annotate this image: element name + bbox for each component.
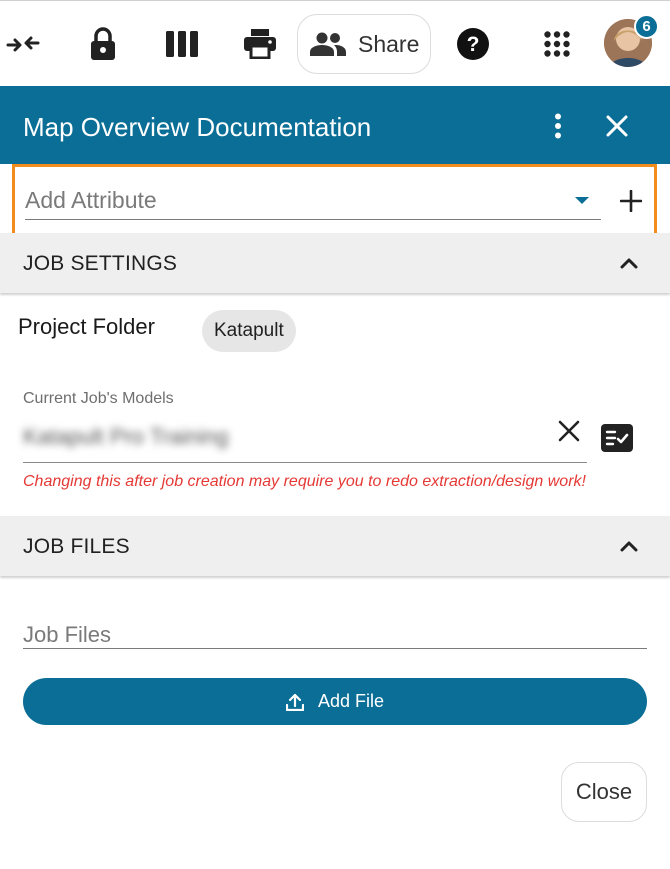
project-folder-label: Project Folder — [18, 314, 155, 339]
add-file-label: Add File — [317, 691, 385, 711]
close-icon[interactable] — [599, 108, 635, 144]
job-files-placeholder: Job Files — [23, 622, 112, 647]
job-settings-header[interactable]: JOB SETTINGS — [0, 233, 670, 293]
apps-grid-icon[interactable] — [534, 21, 580, 67]
columns-icon[interactable] — [159, 21, 205, 67]
notification-badge: 6 — [634, 14, 659, 39]
people-icon — [310, 32, 346, 56]
chevron-up-icon[interactable] — [616, 251, 642, 275]
add-attribute-button[interactable] — [615, 185, 647, 217]
job-files-title: JOB FILES — [23, 535, 130, 558]
models-warning: Changing this after job creation may req… — [23, 473, 586, 490]
job-files-header[interactable]: JOB FILES — [0, 516, 670, 576]
chevron-up-icon[interactable] — [616, 534, 642, 558]
panel-header: Map Overview Documentation — [0, 86, 670, 164]
job-settings-title: JOB SETTINGS — [23, 252, 178, 275]
dropdown-caret-icon[interactable] — [575, 197, 589, 204]
upload-icon — [285, 693, 304, 711]
job-files-input[interactable]: Job Files — [23, 618, 647, 649]
collapse-arrows-icon[interactable] — [0, 21, 46, 67]
help-icon[interactable]: ? — [450, 21, 496, 67]
more-vert-icon[interactable] — [540, 108, 576, 144]
project-folder-chip[interactable]: Katapult — [202, 310, 296, 352]
models-label: Current Job's Models — [23, 390, 174, 407]
top-toolbar: Share ? 6 — [0, 0, 670, 86]
clear-icon — [558, 420, 580, 442]
print-icon[interactable] — [237, 21, 283, 67]
add-file-button[interactable]: Add File — [23, 678, 647, 725]
models-value: Katapult Pro Training — [23, 424, 229, 449]
add-attribute-select[interactable]: Add Attribute — [25, 185, 601, 220]
close-button[interactable]: Close — [561, 762, 647, 822]
share-button[interactable]: Share — [297, 14, 431, 74]
add-attribute-placeholder: Add Attribute — [25, 187, 157, 213]
svg-text:?: ? — [467, 33, 480, 56]
share-label: Share — [358, 30, 420, 57]
select-models-button[interactable] — [600, 423, 634, 453]
panel-title: Map Overview Documentation — [23, 112, 372, 142]
lock-icon[interactable] — [80, 21, 126, 67]
plus-icon — [620, 190, 642, 212]
models-field[interactable]: Katapult Pro Training — [23, 418, 587, 463]
checklist-icon — [601, 424, 633, 452]
clear-models-button[interactable] — [554, 416, 584, 446]
add-attribute-area: Add Attribute — [12, 164, 657, 243]
